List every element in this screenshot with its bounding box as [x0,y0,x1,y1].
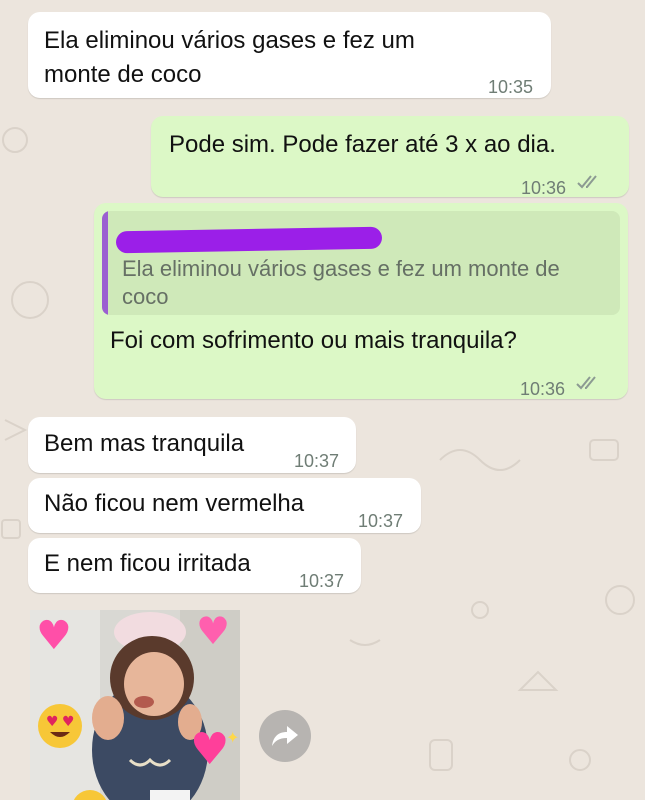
message-timestamp: 10:35 [488,77,534,97]
quote-accent-bar [102,211,108,315]
message-bubble-incoming[interactable]: E nem ficou irritada 10:37 [28,538,361,593]
heart-sticker: ♥ [36,613,72,659]
message-bubble-incoming[interactable]: Bem mas tranquila 10:37 [28,417,356,473]
svg-text:♥: ♥ [46,714,59,730]
message-text: monte de coco [44,61,202,88]
message-timestamp: 10:36 [521,178,567,198]
redaction-scribble [115,226,383,254]
heart-eyes-emoji-icon: ♥ ♥ [38,704,82,748]
quoted-message[interactable]: Daniela Britto Machi Ela eliminou vários… [102,211,620,315]
message-timestamp: 10:37 [294,451,340,471]
quoted-text: Ela eliminou vários gases e fez um monte… [122,256,560,309]
message-timestamp: 10:37 [299,571,345,591]
message-timestamp: 10:37 [358,511,404,531]
message-bubble-outgoing-reply[interactable]: Daniela Britto Machi Ela eliminou vários… [94,203,628,399]
message-bubble-outgoing[interactable]: Pode sim. Pode fazer até 3 x ao dia. 10:… [151,116,629,198]
sparkling-heart-sticker: ♥ [190,724,230,775]
heart-eyes-emoji-icon [73,790,107,800]
message-text: Bem mas tranquila [44,430,245,457]
forward-button[interactable] [259,710,311,762]
message-timestamp: 10:36 [520,379,566,399]
forward-arrow-icon [272,726,298,746]
heart-sticker: ♥ [196,610,231,653]
message-bubble-incoming[interactable]: Não ficou nem vermelha 10:37 [28,478,421,533]
photo-message[interactable]: ♥ ♥ ♥ ♥ ♥ ✦ [30,610,240,800]
message-bubble-incoming[interactable]: Ela eliminou vários gases e fez um monte… [28,12,551,98]
message-text: Ela eliminou vários gases e fez um [44,27,415,54]
message-text: Não ficou nem vermelha [44,490,305,517]
double-check-icon [577,175,597,189]
sparkle-icon: ✦ [226,728,240,747]
svg-text:♥: ♥ [62,714,75,730]
message-text: E nem ficou irritada [44,550,251,577]
message-text: Pode sim. Pode fazer até 3 x ao dia. [169,131,556,158]
message-text: Foi com sofrimento ou mais tranquila? [110,327,517,354]
double-check-icon [576,376,596,390]
